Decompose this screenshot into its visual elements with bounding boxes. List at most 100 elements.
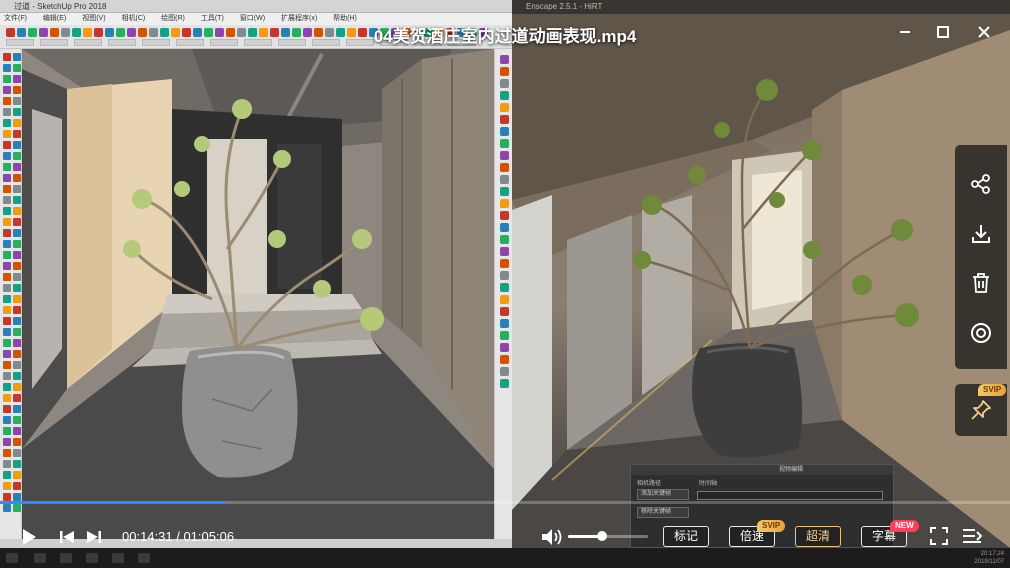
menu-item: 帮助(H): [333, 15, 357, 22]
maximize-button[interactable]: [930, 20, 956, 44]
total-time: 01:05:06: [183, 529, 235, 544]
volume-icon: [542, 529, 562, 545]
play-button[interactable]: [16, 524, 42, 550]
right-tool-icon: [500, 283, 509, 292]
left-tool-icon: [3, 317, 11, 325]
previous-button[interactable]: [56, 524, 78, 550]
play-icon: [23, 529, 36, 545]
sketchup-right-toolbar: [494, 49, 512, 548]
menu-item: 文件(F): [4, 15, 27, 22]
next-button[interactable]: [83, 524, 105, 550]
left-tool-icon: [13, 207, 21, 215]
delete-keyframe-button[interactable]: 移除关键帧: [637, 507, 689, 518]
minimize-button[interactable]: [892, 20, 918, 44]
menu-item: 窗口(W): [239, 15, 266, 22]
panel-title: 视频编辑: [631, 465, 893, 475]
video-frame[interactable]: 过道 - SketchUp Pro 2018 文件(F) 编辑(E) 视图(V)…: [0, 0, 1010, 568]
keyframe-timeline[interactable]: [697, 491, 883, 500]
fullscreen-button[interactable]: [928, 525, 950, 547]
current-time: 00:14:31: [122, 529, 173, 544]
right-tool-icon: [500, 223, 509, 232]
left-tool-icon: [3, 471, 11, 479]
left-tool-icon: [3, 130, 11, 138]
left-tool-icon: [3, 394, 11, 402]
left-tool-icon: [3, 174, 11, 182]
left-tool-icon: [3, 207, 11, 215]
sketchup-left-toolbar: [0, 49, 22, 548]
left-tool-icon: [3, 141, 11, 149]
left-tool-icon: [13, 240, 21, 248]
left-tool-icon: [13, 350, 21, 358]
progress-bar[interactable]: [0, 501, 1010, 504]
left-tool-icon: [13, 108, 21, 116]
left-tool-icon: [13, 284, 21, 292]
left-tool-icon: [13, 97, 21, 105]
close-icon: [978, 26, 990, 38]
right-tool-icon: [500, 259, 509, 268]
right-tool-icon: [500, 295, 509, 304]
timeline-label: 时间轴: [699, 481, 718, 487]
left-tool-icon: [3, 295, 11, 303]
quality-button[interactable]: 超清: [795, 526, 841, 547]
left-tool-icon: [3, 196, 11, 204]
right-tool-icon: [500, 343, 509, 352]
left-tool-icon: [3, 64, 11, 72]
taskbar-app-icon: [60, 553, 72, 563]
left-tool-icon: [3, 438, 11, 446]
bookmark-button[interactable]: 标记: [663, 526, 709, 547]
menu-item: 扩展程序(x): [280, 15, 318, 22]
left-tool-icon: [13, 163, 21, 171]
download-button[interactable]: [965, 218, 997, 250]
left-tool-icon: [13, 317, 21, 325]
playlist-icon: [963, 529, 982, 543]
time-display: 00:14:31 / 01:05:06: [122, 529, 234, 544]
right-tool-icon: [500, 91, 509, 100]
enscape-titlebar: Enscape 2.5.1 - HiRT: [512, 0, 1010, 14]
enscape-render-window: Enscape 2.5.1 - HiRT 视频编辑 相机路径 时间轴 添加关键帧…: [512, 0, 1010, 548]
right-tool-icon: [500, 139, 509, 148]
left-tool-icon: [13, 53, 21, 61]
menu-item: 工具(T): [200, 15, 224, 22]
left-tool-icon: [13, 471, 21, 479]
delete-button[interactable]: [965, 267, 997, 299]
playlist-button[interactable]: [960, 525, 984, 547]
left-tool-icon: [3, 86, 11, 94]
side-action-panel: [955, 145, 1007, 369]
pin-svip-badge: SVIP: [978, 384, 1007, 396]
pin-icon: [971, 400, 991, 420]
volume-knob[interactable]: [597, 531, 608, 541]
menu-item: 视图(V): [82, 15, 106, 22]
share-button[interactable]: [965, 168, 997, 200]
left-tool-icon: [13, 174, 21, 182]
volume-button[interactable]: [540, 525, 564, 549]
skip-previous-icon: [60, 531, 74, 543]
left-tool-icon: [13, 75, 21, 83]
left-tool-icon: [3, 152, 11, 160]
left-tool-icon: [13, 372, 21, 380]
corridor-model-illustration: [22, 49, 494, 539]
left-tool-icon: [3, 229, 11, 237]
left-tool-icon: [3, 273, 11, 281]
trash-icon: [973, 273, 989, 293]
add-keyframe-button[interactable]: 添加关键帧: [637, 489, 689, 500]
left-tool-icon: [3, 240, 11, 248]
close-button[interactable]: [971, 20, 997, 44]
view-button[interactable]: [965, 317, 997, 349]
left-tool-icon: [3, 108, 11, 116]
progress-fill: [0, 501, 226, 504]
left-tool-icon: [3, 493, 11, 501]
volume-slider[interactable]: [568, 531, 648, 541]
left-tool-icon: [3, 262, 11, 270]
left-tool-icon: [3, 372, 11, 380]
speed-svip-badge: SVIP: [757, 520, 786, 532]
right-tool-icon: [500, 67, 509, 76]
left-tool-icon: [3, 449, 11, 457]
left-tool-icon: [13, 86, 21, 94]
menu-item: 绘图(R): [161, 15, 185, 22]
player-controls: 00:14:31 / 01:05:06 标记 倍速 超清 字幕: [0, 518, 1010, 554]
right-tool-icon: [500, 379, 509, 388]
left-tool-icon: [13, 262, 21, 270]
left-tool-icon: [13, 306, 21, 314]
left-tool-icon: [3, 416, 11, 424]
right-tool-icon: [500, 55, 509, 64]
